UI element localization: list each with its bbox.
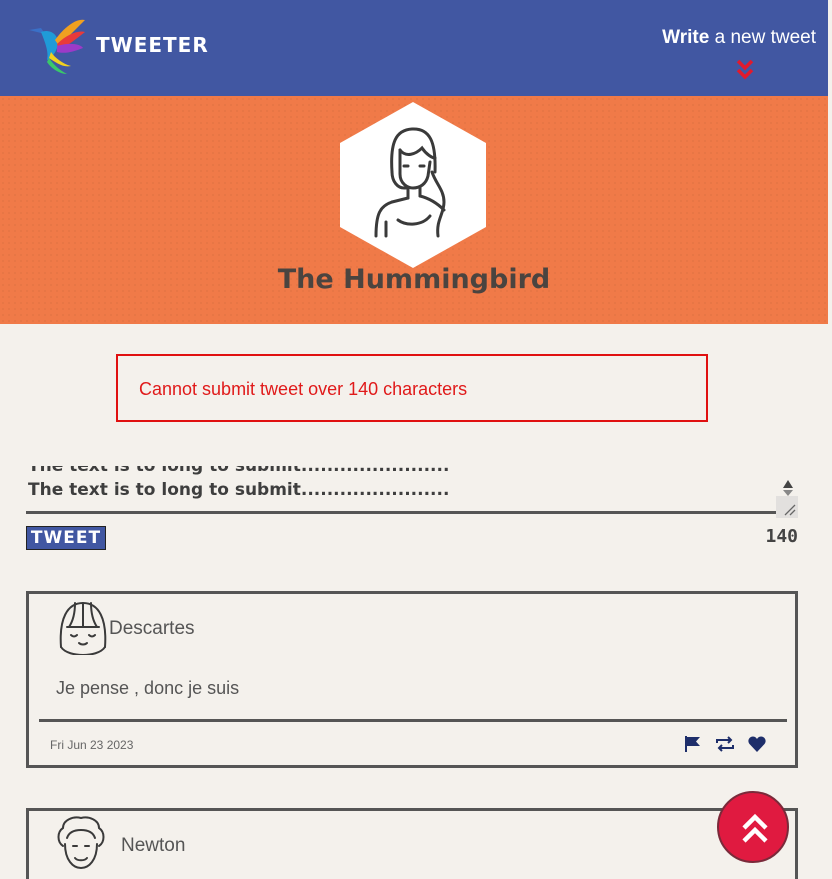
error-message-text: Cannot submit tweet over 140 characters [139,379,468,399]
brand-name[interactable]: TWEETER [96,33,209,57]
textarea-line: The text is to long to submit...........… [28,466,450,476]
tweet-content: Je pense , donc je suis [56,678,240,698]
tweet-card: Newton [26,808,798,879]
newton-avatar [57,816,105,870]
tweet-textarea[interactable]: The text is to long to submit...........… [26,466,798,514]
descartes-avatar [59,601,107,655]
tweet-divider [39,719,787,722]
hummingbird-logo-icon[interactable] [27,18,87,76]
write-new-tweet-link[interactable]: Write a new tweet [662,27,816,49]
profile-avatar [340,102,486,268]
profile-name: The Hummingbird [277,264,551,295]
tweet-author: Descartes [109,618,195,639]
tweet-actions [683,734,767,754]
tweet-card: Descartes Je pense , donc je suis Fri Ju… [26,591,798,768]
profile-header: The Hummingbird [0,96,828,324]
double-chevron-down-icon[interactable] [734,58,756,82]
tweet-author: Newton [121,835,186,856]
retweet-icon[interactable] [715,734,735,754]
navbar: TWEETER Write a new tweet [0,0,828,96]
error-message-box: Cannot submit tweet over 140 characters [116,354,708,422]
textarea-line: The text is to long to submit...........… [28,480,450,500]
textarea-scrollbar[interactable] [776,472,798,518]
scroll-up-icon[interactable] [783,480,793,488]
compose-rest: a new tweet [709,27,816,48]
page-scrollbar[interactable] [828,0,832,879]
tweet-submit-button[interactable]: TWEET [26,526,106,550]
flag-icon[interactable] [683,734,703,754]
tweet-date: Fri Jun 23 2023 [50,738,134,752]
back-to-top-button[interactable] [717,791,789,863]
compose-strong: Write [662,27,710,48]
tweet-composer: The text is to long to submit...........… [26,466,798,518]
resize-handle[interactable] [776,496,798,518]
character-counter: 140 [765,526,798,547]
heart-icon[interactable] [747,734,767,754]
double-chevron-up-icon [742,813,768,843]
